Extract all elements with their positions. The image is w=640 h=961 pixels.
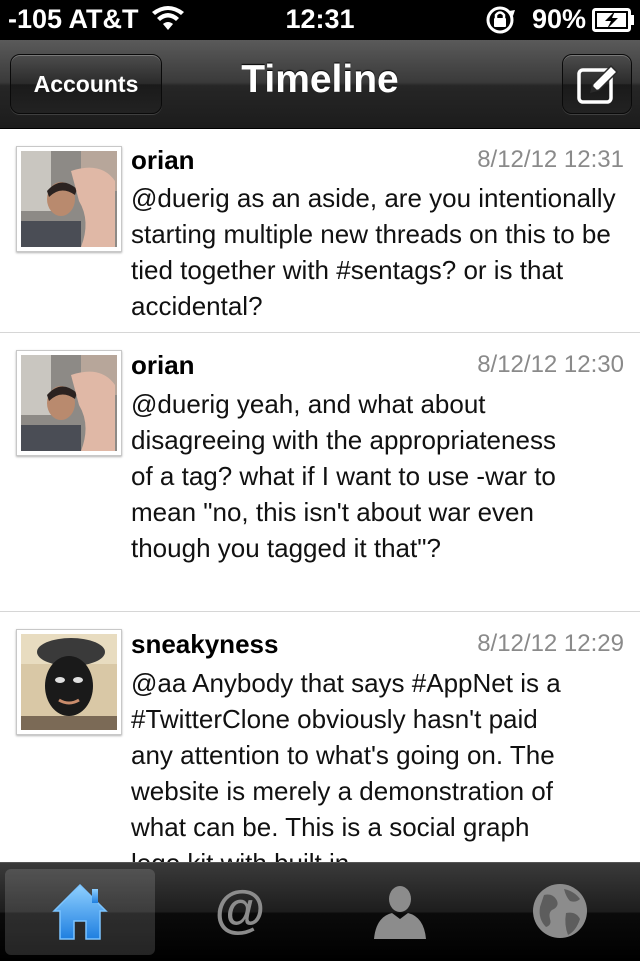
tweet-timestamp: 8/12/12 12:29 bbox=[477, 630, 624, 657]
tab-globe[interactable] bbox=[485, 869, 635, 955]
page-title: Timeline bbox=[241, 58, 399, 101]
tweet-text: @duerig as an aside, are you intentional… bbox=[131, 183, 616, 321]
tab-profile[interactable] bbox=[325, 869, 475, 955]
carrier-signal: -105 AT&T bbox=[8, 4, 139, 34]
tab-bar: @ bbox=[0, 862, 640, 961]
status-bar: -105 AT&T 12:31 90% bbox=[0, 0, 640, 40]
rotation-lock-icon bbox=[484, 5, 518, 42]
avatar[interactable] bbox=[16, 146, 122, 252]
tweet-text: @duerig yeah, and what about disagreeing… bbox=[131, 389, 556, 563]
globe-icon bbox=[533, 884, 587, 938]
tab-mentions[interactable]: @ bbox=[165, 869, 315, 955]
tweet-timestamp: 8/12/12 12:31 bbox=[477, 146, 624, 173]
battery-percent: 90% bbox=[532, 4, 587, 34]
tweet-row[interactable]: sneakyness 8/12/12 12:29 @aa Anybody tha… bbox=[0, 612, 640, 862]
battery-charging-icon bbox=[592, 8, 636, 39]
profile-icon bbox=[374, 886, 426, 939]
tweet-row[interactable]: orian 8/12/12 12:31 @duerig as an aside,… bbox=[0, 129, 640, 333]
navigation-bar: Accounts Timeline bbox=[0, 40, 640, 129]
wifi-icon bbox=[151, 6, 185, 39]
tweet-text: @aa Anybody that says #AppNet is a #Twit… bbox=[131, 668, 561, 862]
compose-icon bbox=[577, 64, 619, 104]
tab-home[interactable] bbox=[5, 869, 155, 955]
tweet-username[interactable]: orian bbox=[131, 350, 195, 381]
svg-text:@: @ bbox=[215, 881, 266, 939]
compose-button[interactable] bbox=[562, 54, 632, 114]
mentions-icon: @ bbox=[215, 881, 266, 939]
home-icon bbox=[52, 883, 108, 940]
tweet-username[interactable]: sneakyness bbox=[131, 629, 278, 660]
avatar[interactable] bbox=[16, 350, 122, 456]
tweet-timestamp: 8/12/12 12:30 bbox=[477, 351, 624, 378]
avatar[interactable] bbox=[16, 629, 122, 735]
tweet-username[interactable]: orian bbox=[131, 145, 195, 176]
timeline-list[interactable]: orian 8/12/12 12:31 @duerig as an aside,… bbox=[0, 129, 640, 862]
tweet-row[interactable]: orian 8/12/12 12:30 @duerig yeah, and wh… bbox=[0, 333, 640, 612]
